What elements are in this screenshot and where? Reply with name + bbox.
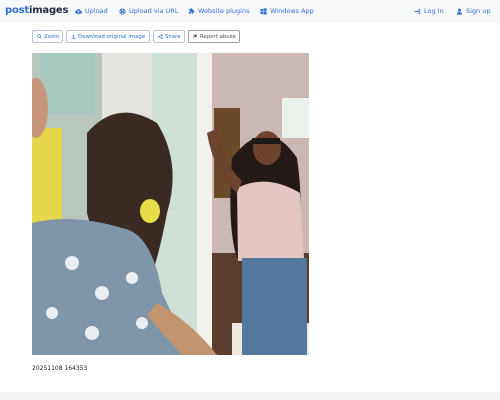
search-icon [37,34,42,39]
download-original-label: Download original image [78,33,146,40]
photo-scene [32,53,309,355]
flag-icon [193,34,198,39]
download-icon [71,34,76,39]
report-abuse-button[interactable]: Report abuse [188,30,240,43]
nav-upload-label: Upload [85,7,108,15]
share-icon [158,34,163,39]
share-button[interactable]: Share [153,30,185,43]
puzzle-icon [188,7,195,14]
image-caption: 20251108 164353 [32,365,88,372]
login-icon [414,8,421,14]
report-abuse-label: Report abuse [200,33,236,40]
cloud-upload-icon [75,8,82,14]
nav-website-plugins[interactable]: Website plugins [188,6,249,16]
nav-login[interactable]: Log In [414,6,444,16]
nav-website-plugins-label: Website plugins [198,7,250,15]
top-navbar: postimages Upload Upload via URL Website… [0,0,500,22]
zoom-button[interactable]: Zoom [32,30,63,43]
logo-part-images: images [28,5,69,16]
user-icon [456,8,463,15]
share-button-label: Share [165,33,181,40]
main-image[interactable] [32,53,309,355]
site-logo[interactable]: postimages [5,4,68,18]
footer [0,392,500,400]
nav-windows-app[interactable]: Windows App [260,6,314,16]
nav-upload[interactable]: Upload [75,6,108,16]
nav-signup-label: Sign up [466,7,491,15]
nav-login-label: Log In [424,7,444,15]
logo-part-post: post [5,5,29,16]
nav-windows-app-label: Windows App [270,7,314,15]
globe-icon [119,7,126,15]
zoom-button-label: Zoom [44,33,60,40]
nav-signup[interactable]: Sign up [456,6,491,16]
nav-upload-url[interactable]: Upload via URL [119,6,178,16]
download-original-button[interactable]: Download original image [66,30,150,43]
windows-icon [260,7,267,15]
nav-upload-url-label: Upload via URL [129,7,179,15]
